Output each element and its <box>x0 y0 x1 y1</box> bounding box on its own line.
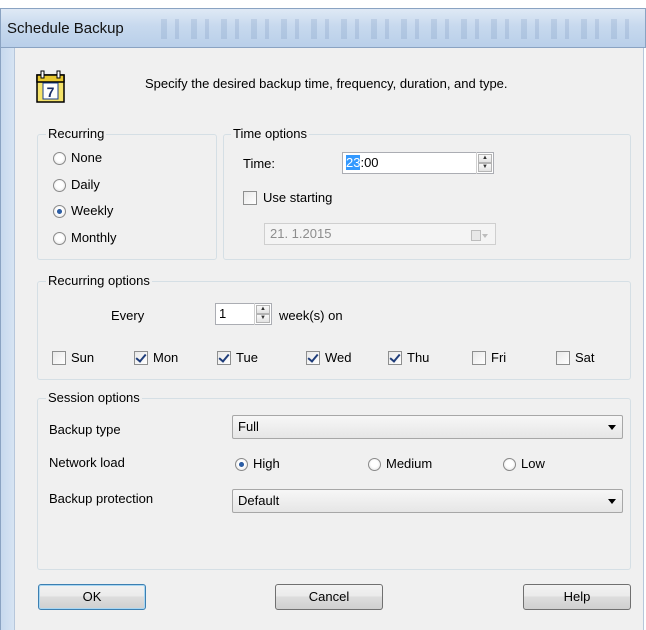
every-input[interactable]: 1 ▲ ▼ <box>215 303 272 325</box>
cancel-button[interactable]: Cancel <box>275 584 383 610</box>
session-options-group-label: Session options <box>46 390 142 406</box>
title-bar[interactable]: Schedule Backup <box>0 8 646 48</box>
radio-network-low-label[interactable]: Low <box>521 456 545 472</box>
every-label: Every <box>111 308 145 323</box>
window-frame-left <box>0 48 14 630</box>
chevron-down-icon <box>608 499 616 504</box>
unit-label: week(s) on <box>279 308 343 323</box>
time-label: Time: <box>243 156 276 171</box>
time-hour-selected: 23 <box>346 155 361 170</box>
every-value: 1 <box>219 306 227 321</box>
day-sat-checkbox[interactable] <box>556 351 570 365</box>
radio-daily[interactable] <box>53 179 66 192</box>
spin-down-icon[interactable]: ▼ <box>478 163 492 172</box>
day-sun-checkbox[interactable] <box>52 351 66 365</box>
every-spin-up-icon[interactable]: ▲ <box>256 305 270 314</box>
calendar-day: 7 <box>47 84 55 100</box>
time-minutes: :00 <box>360 155 379 170</box>
calendar-dropdown-icon <box>471 228 489 241</box>
radio-network-medium-label[interactable]: Medium <box>386 456 432 472</box>
calendar-icon: 7 <box>36 70 66 104</box>
recurring-options-group-label: Recurring options <box>46 273 152 289</box>
window-title: Schedule Backup <box>7 20 124 37</box>
use-starting-checkbox[interactable] <box>243 191 257 205</box>
day-mon-checkbox[interactable] <box>134 351 148 365</box>
time-input[interactable]: 23:00 ▲ ▼ <box>342 152 494 174</box>
day-wed-checkbox[interactable] <box>306 351 320 365</box>
day-sun-label[interactable]: Sun <box>71 350 94 366</box>
schedule-backup-dialog: Schedule Backup 7 Specify the desired ba… <box>0 8 646 630</box>
network-load-label: Network load <box>49 455 125 470</box>
radio-monthly-label[interactable]: Monthly <box>71 230 117 246</box>
chevron-down-icon <box>608 425 616 430</box>
intro-text: Specify the desired backup time, frequen… <box>145 76 508 91</box>
start-date-value: 21. 1.2015 <box>270 226 332 241</box>
day-sat-label[interactable]: Sat <box>575 350 595 366</box>
radio-none[interactable] <box>53 152 66 165</box>
day-tue-checkbox[interactable] <box>217 351 231 365</box>
radio-none-label[interactable]: None <box>71 150 102 166</box>
radio-daily-label[interactable]: Daily <box>71 177 100 193</box>
day-thu-label[interactable]: Thu <box>407 350 429 366</box>
backup-type-value: Full <box>238 419 259 434</box>
backup-type-label: Backup type <box>49 422 121 437</box>
day-wed-label[interactable]: Wed <box>325 350 352 366</box>
radio-network-high-label[interactable]: High <box>253 456 280 472</box>
ok-button[interactable]: OK <box>38 584 146 610</box>
backup-protection-select[interactable]: Default <box>232 489 623 513</box>
time-spinner[interactable]: ▲ ▼ <box>476 152 493 174</box>
radio-network-medium[interactable] <box>368 458 381 471</box>
help-button[interactable]: Help <box>523 584 631 610</box>
day-fri-checkbox[interactable] <box>472 351 486 365</box>
radio-monthly[interactable] <box>53 232 66 245</box>
use-starting-label[interactable]: Use starting <box>263 190 332 206</box>
dialog-client-area: 7 Specify the desired backup time, frequ… <box>14 48 644 630</box>
start-date-picker: 21. 1.2015 <box>264 223 496 245</box>
radio-network-high[interactable] <box>235 458 248 471</box>
every-spinner[interactable]: ▲ ▼ <box>254 303 271 325</box>
backup-protection-value: Default <box>238 493 280 508</box>
title-bar-decoration <box>161 19 631 39</box>
every-spin-down-icon[interactable]: ▼ <box>256 314 270 323</box>
radio-weekly-label[interactable]: Weekly <box>71 203 113 219</box>
radio-weekly[interactable] <box>53 205 66 218</box>
day-fri-label[interactable]: Fri <box>491 350 506 366</box>
day-tue-label[interactable]: Tue <box>236 350 258 366</box>
spin-up-icon[interactable]: ▲ <box>478 154 492 163</box>
backup-protection-label: Backup protection <box>49 491 154 506</box>
day-mon-label[interactable]: Mon <box>153 350 178 366</box>
radio-network-low[interactable] <box>503 458 516 471</box>
recurring-group-label: Recurring <box>46 126 107 142</box>
day-thu-checkbox[interactable] <box>388 351 402 365</box>
time-options-group-label: Time options <box>231 126 309 142</box>
backup-type-select[interactable]: Full <box>232 415 623 439</box>
